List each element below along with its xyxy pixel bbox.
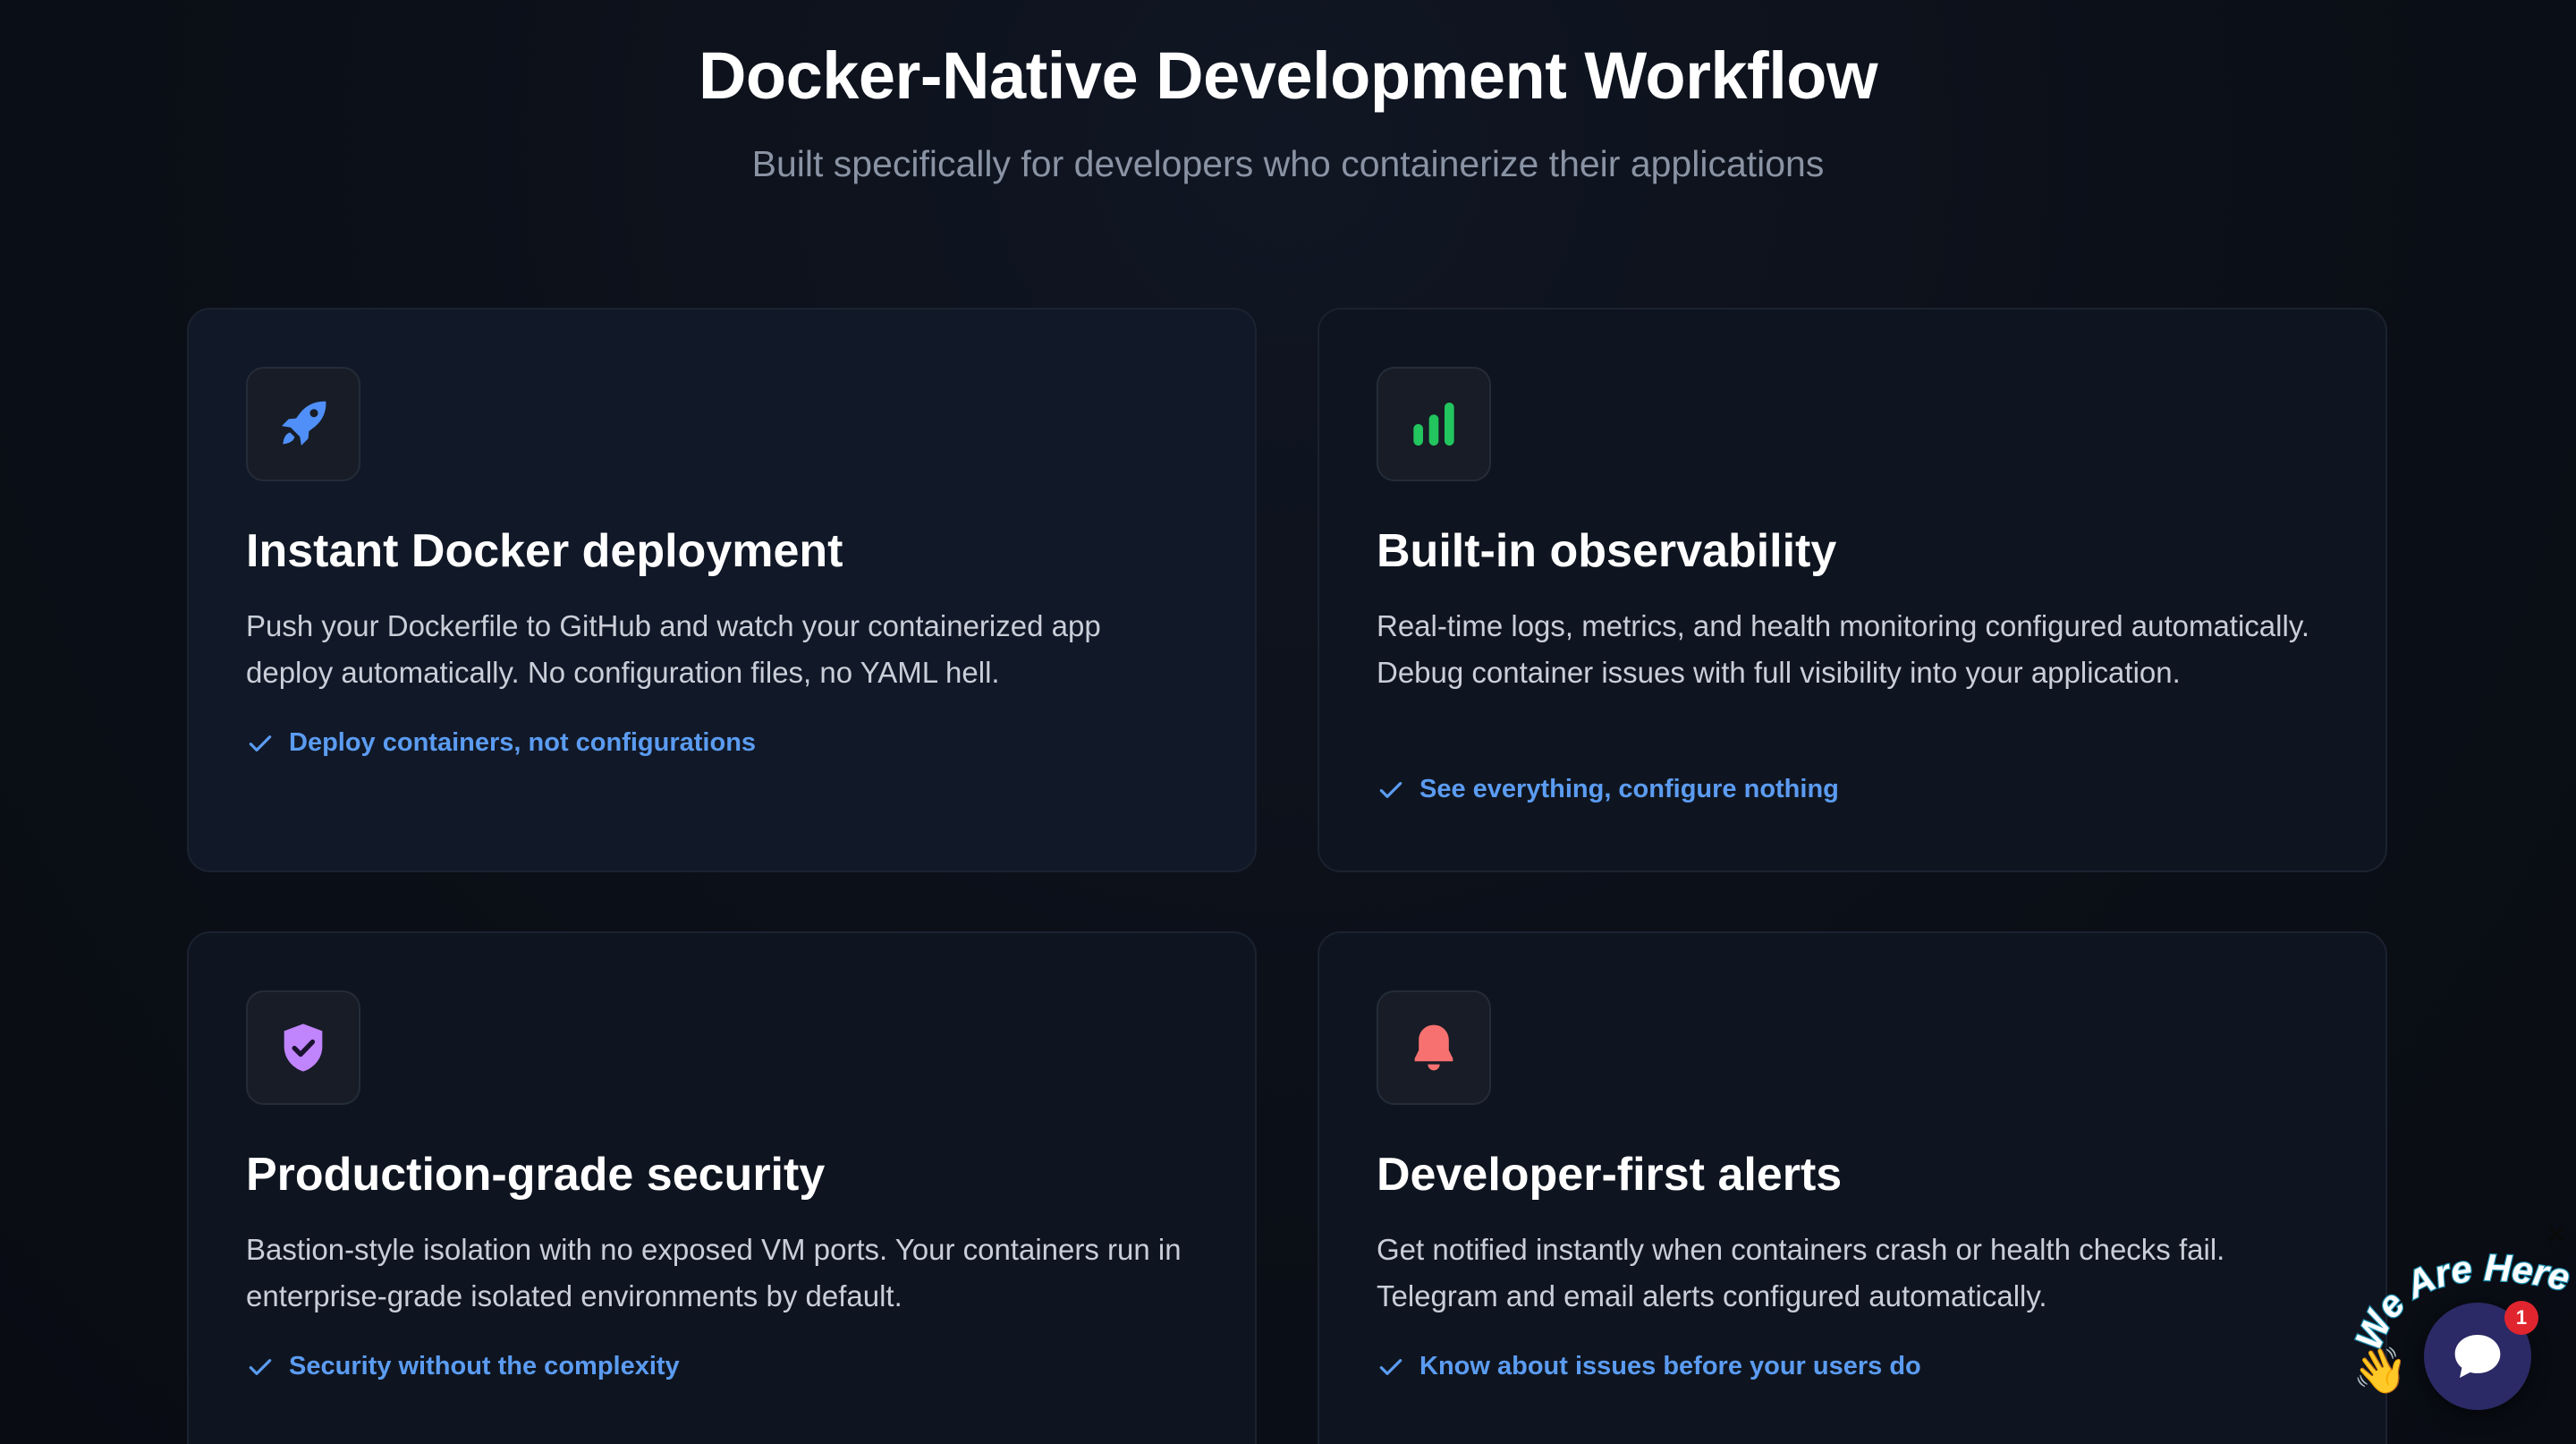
- check-icon: [249, 1358, 272, 1375]
- feature-description: Real-time logs, metrics, and health moni…: [1377, 609, 2310, 689]
- check-icon: [1379, 1358, 1402, 1375]
- feature-card-deployment: Instant Docker deployment Push your Dock…: [187, 308, 1257, 872]
- section-subtitle: Built specifically for developers who co…: [751, 143, 1825, 184]
- shield-check-icon: [284, 1024, 323, 1072]
- check-icon: [1379, 781, 1402, 798]
- feature-title: Developer-first alerts: [1377, 1149, 1843, 1201]
- feature-card-alerts: Developer-first alerts Get notified inst…: [1318, 931, 2387, 1444]
- feature-description: Bastion-style isolation with no exposed …: [246, 1233, 1182, 1312]
- bell-icon: [1414, 1024, 1453, 1071]
- feature-highlight: See everything, configure nothing: [1377, 775, 1839, 804]
- feature-card-observability: Built-in observability Real-time logs, m…: [1318, 308, 2387, 872]
- feature-icon-box: [1377, 367, 1491, 481]
- unread-badge: 1: [2504, 1301, 2538, 1335]
- feature-icon-box: [246, 367, 360, 481]
- bar-chart-icon: [1413, 403, 1454, 446]
- feature-title: Instant Docker deployment: [246, 525, 843, 577]
- feature-description: Get notified instantly when containers c…: [1377, 1233, 2225, 1312]
- rocket-icon: [282, 401, 326, 446]
- feature-icon-box: [246, 990, 360, 1105]
- section-title: Docker-Native Development Workflow: [698, 38, 1878, 113]
- feature-highlight: Know about issues before your users do: [1377, 1352, 1921, 1381]
- chat-widget: We Are Here! × 👋 1: [2352, 1218, 2576, 1444]
- feature-description: Push your Dockerfile to GitHub and watch…: [246, 609, 1101, 689]
- waving-hand-icon: 👋: [2352, 1346, 2409, 1396]
- chat-close-button[interactable]: ×: [2540, 1218, 2572, 1252]
- feature-card-security: Production-grade security Bastion-style …: [187, 931, 1257, 1444]
- feature-highlight: Deploy containers, not configurations: [246, 728, 756, 758]
- feature-highlight-text: Security without the complexity: [289, 1352, 680, 1380]
- feature-title: Production-grade security: [246, 1149, 826, 1201]
- feature-highlight-text: See everything, configure nothing: [1419, 775, 1839, 803]
- feature-highlight-text: Deploy containers, not configurations: [289, 728, 757, 757]
- feature-title: Built-in observability: [1377, 525, 1837, 577]
- check-icon: [249, 735, 272, 752]
- feature-icon-box: [1377, 990, 1491, 1105]
- features-section: Docker-Native Development Workflow Built…: [0, 0, 2576, 1444]
- feature-highlight: Security without the complexity: [246, 1352, 680, 1381]
- feature-highlight-text: Know about issues before your users do: [1419, 1352, 1921, 1380]
- chat-bubble-icon: [2454, 1335, 2501, 1378]
